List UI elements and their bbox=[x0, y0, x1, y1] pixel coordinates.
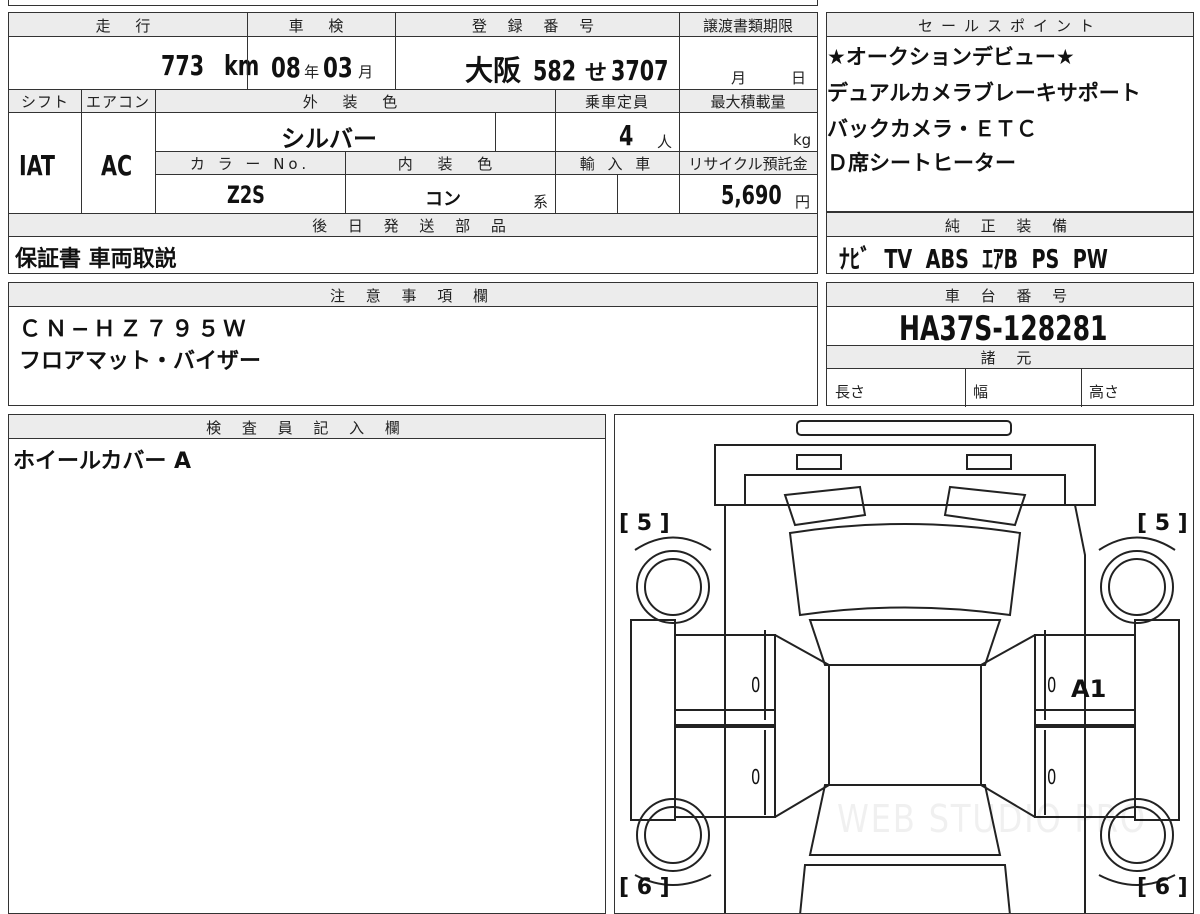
sales-point-line: ★オークションデビュー★ bbox=[827, 45, 1075, 69]
capacity-value: 4 bbox=[619, 119, 634, 152]
mileage-value: 773 km bbox=[161, 49, 259, 82]
color-no-label: カ ラ ー No. bbox=[189, 155, 311, 173]
notes-line: ＣＮ−ＨＺ７９５Ｗ bbox=[19, 317, 250, 342]
deadline-month: 月 bbox=[731, 69, 747, 87]
capacity-unit: 人 bbox=[657, 133, 673, 151]
interior-color-label: 内 装 色 bbox=[397, 155, 503, 173]
sales-point-line: デュアルカメラブレーキサポート bbox=[827, 81, 1141, 105]
body-outline bbox=[724, 504, 1086, 913]
car-diagram-box: [ 5 ] [ 5 ] [ 6 ] [ 6 ] 0 0 0 0 A1 WEB S… bbox=[614, 414, 1194, 914]
shift-value: IAT bbox=[19, 149, 55, 182]
equipment-value: ﾅﾋﾞ TV ABS ｴｱB PS PW bbox=[839, 245, 1108, 275]
shift-label: シフト bbox=[20, 93, 69, 111]
spec-width: 幅 bbox=[973, 383, 989, 401]
panel-count-top-right: [ 5 ] bbox=[1137, 511, 1188, 536]
sales-point-line: Ｄ席シートヒーター bbox=[827, 151, 1016, 175]
notes-box: 注 意 事 項 欄 ＣＮ−ＨＺ７９５Ｗ フロアマット・バイザー bbox=[8, 282, 818, 406]
aircon-label: エアコン bbox=[85, 93, 150, 111]
registration-plate: 大阪 582 せ 3707 bbox=[465, 54, 669, 87]
sill-left bbox=[630, 619, 676, 821]
interior-color-value: コン bbox=[425, 189, 461, 210]
panel-mark-front-left: 0 bbox=[751, 673, 761, 697]
max-load-unit: kg bbox=[793, 131, 812, 149]
recycle-unit: 円 bbox=[795, 193, 811, 211]
spec-length: 長さ bbox=[835, 383, 866, 401]
exterior-color-label: 外 装 色 bbox=[302, 93, 408, 111]
front-bumper bbox=[796, 420, 1012, 436]
inspector-box: 検 査 員 記 入 欄 ホイールカバー A bbox=[8, 414, 606, 914]
inspector-note: ホイールカバー A bbox=[13, 449, 192, 474]
headlight-left bbox=[796, 454, 842, 470]
later-parts-label: 後 日 発 送 部 品 bbox=[312, 217, 514, 235]
chassis-box: 車 台 番 号 HA37S-128281 諸 元 長さ 幅 高さ bbox=[826, 282, 1194, 407]
sales-points-box: セールスポイント ★オークションデビュー★ デュアルカメラブレーキサポート バッ… bbox=[826, 12, 1194, 212]
import-label: 輸 入 車 bbox=[579, 155, 655, 173]
exterior-color-value: シルバー bbox=[281, 125, 377, 153]
capacity-label: 乗車定員 bbox=[584, 93, 649, 111]
spec-height: 高さ bbox=[1089, 383, 1120, 401]
mileage-label: 走 行 bbox=[95, 17, 161, 35]
rear-hatch bbox=[799, 864, 1011, 913]
chassis-number: HA37S-128281 bbox=[899, 309, 1108, 349]
inspection-value: 08 年 03 月 bbox=[271, 51, 374, 84]
later-parts-value: 保証書 車両取説 bbox=[15, 247, 177, 272]
sales-point-line: バックカメラ・ＥＴＣ bbox=[827, 117, 1037, 141]
equipment-label: 純 正 装 備 bbox=[944, 217, 1076, 235]
max-load-label: 最大積載量 bbox=[710, 93, 786, 111]
headlight-right bbox=[966, 454, 1012, 470]
sill-right bbox=[1134, 619, 1180, 821]
wheel-front-right bbox=[1100, 550, 1174, 624]
panel-count-bottom-right: [ 6 ] bbox=[1137, 875, 1188, 900]
notes-label: 注 意 事 項 欄 bbox=[329, 287, 497, 305]
wheel-rear-left bbox=[636, 798, 710, 872]
inspection-label: 車 検 bbox=[288, 17, 354, 35]
top-strip bbox=[8, 0, 818, 6]
aircon-value: AC bbox=[101, 149, 133, 182]
recycle-value: 5,690 bbox=[721, 181, 782, 211]
damage-code: A1 bbox=[1071, 675, 1107, 703]
recycle-label: リサイクル預託金 bbox=[688, 155, 808, 173]
main-info-table: 走 行 車 検 登 録 番 号 譲渡書類期限 773 km 08 年 03 月 大阪 58… bbox=[8, 12, 818, 274]
watermark: WEB STUDIO PRO bbox=[837, 797, 1147, 841]
panel-mark-rear-right: 0 bbox=[1047, 765, 1057, 789]
wheel-front-left bbox=[636, 550, 710, 624]
inspector-label: 検 査 員 記 入 欄 bbox=[206, 419, 408, 437]
color-no-value: Z2S bbox=[227, 181, 265, 209]
roof bbox=[808, 619, 1002, 666]
chassis-label: 車 台 番 号 bbox=[944, 287, 1076, 305]
front-panel bbox=[714, 444, 1096, 506]
transfer-deadline-label: 譲渡書類期限 bbox=[702, 17, 793, 35]
registration-label: 登 録 番 号 bbox=[471, 17, 603, 35]
panel-mark-rear-left: 0 bbox=[751, 765, 761, 789]
interior-color-suffix: 系 bbox=[533, 193, 549, 211]
sales-points-label: セールスポイント bbox=[917, 17, 1102, 35]
notes-line: フロアマット・バイザー bbox=[19, 349, 262, 374]
panel-mark-front-right: 0 bbox=[1047, 673, 1057, 697]
panel-count-top-left: [ 5 ] bbox=[619, 511, 670, 536]
cabin-center bbox=[828, 664, 982, 786]
panel-count-bottom-left: [ 6 ] bbox=[619, 875, 670, 900]
windshield bbox=[788, 523, 1022, 617]
deadline-day: 日 bbox=[791, 69, 807, 87]
equipment-box: 純 正 装 備 ﾅﾋﾞ TV ABS ｴｱB PS PW bbox=[826, 212, 1194, 275]
specs-label: 諸 元 bbox=[980, 349, 1040, 367]
